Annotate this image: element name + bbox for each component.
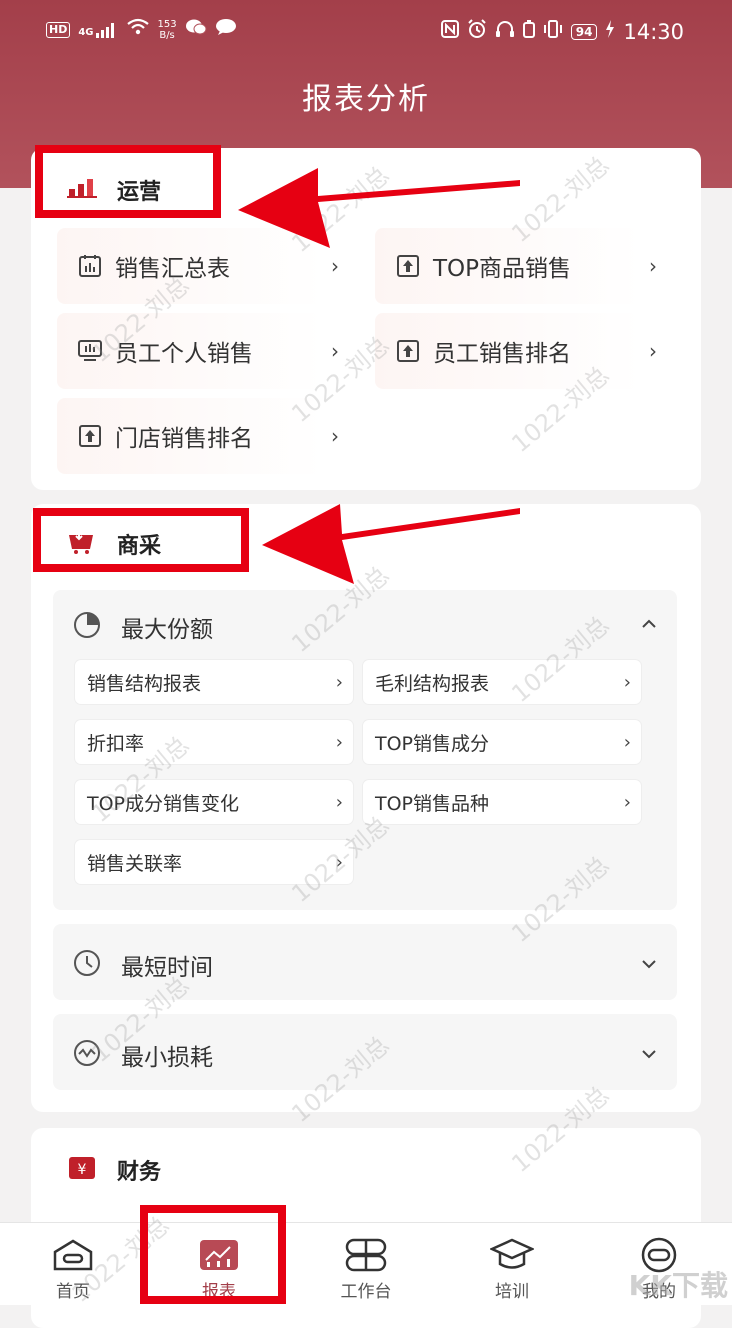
annotation-arrow-purchasing — [262, 504, 520, 584]
annotation-arrow-operations — [238, 168, 520, 248]
kk-download-logo: KK下载 — [628, 1269, 728, 1302]
annotation-arrows — [238, 168, 520, 584]
